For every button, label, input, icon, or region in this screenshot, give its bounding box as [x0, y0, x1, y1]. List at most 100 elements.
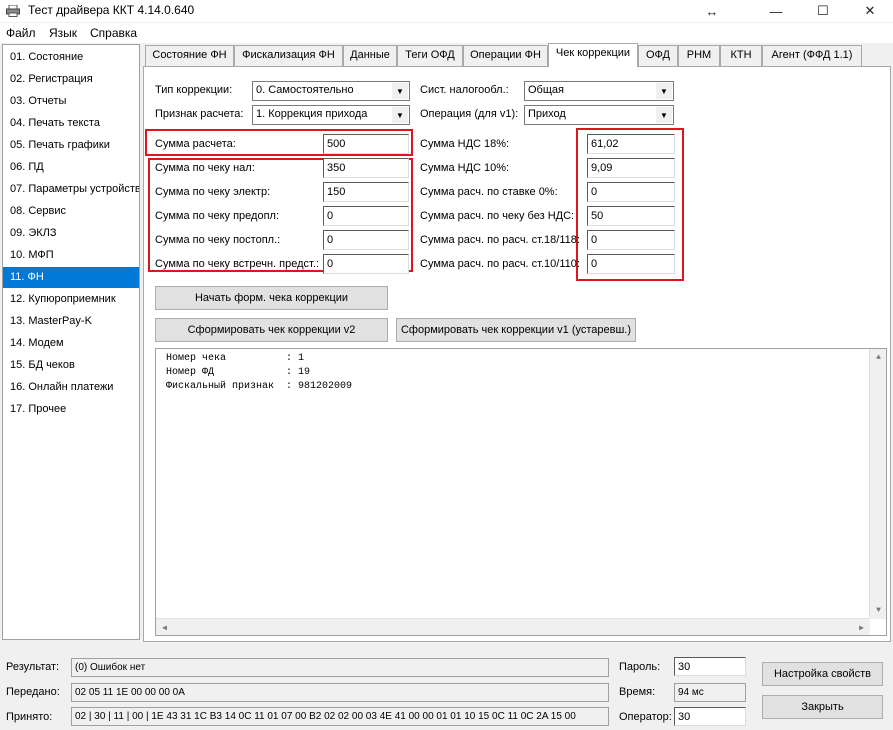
- scroll-right-icon[interactable]: ▶: [853, 619, 870, 636]
- calc-novat-input[interactable]: 50: [587, 206, 675, 226]
- sum-electronic-label: Сумма по чеку электр:: [155, 186, 271, 198]
- password-input[interactable]: 30: [674, 657, 746, 676]
- sum-calc-label: Сумма расчета:: [155, 138, 236, 150]
- tab-ktn[interactable]: КТН: [720, 45, 762, 66]
- tax-system-select[interactable]: Общая ▼: [524, 81, 674, 101]
- time-label: Время:: [619, 686, 656, 698]
- menu-bar: Файл Язык Справка: [0, 23, 893, 43]
- sidebar-item-registration[interactable]: 02. Регистрация: [3, 69, 139, 90]
- form-correction-v1-button[interactable]: Сформировать чек коррекции v1 (устаревш.…: [396, 318, 636, 342]
- log-line: Номер ФД : 19: [166, 367, 311, 378]
- sidebar-item-fn[interactable]: 11. ФН: [3, 267, 139, 288]
- sidebar-item-other[interactable]: 17. Прочее: [3, 399, 139, 420]
- sum-postpaid-label: Сумма по чеку постопл.:: [155, 234, 281, 246]
- calc-10-110-label: Сумма расч. по расч. ст.10/110:: [420, 258, 580, 270]
- log-line: Фискальный признак : 981202009: [166, 381, 353, 392]
- sum-prepaid-label: Сумма по чеку предопл:: [155, 210, 280, 222]
- close-button[interactable]: Закрыть: [762, 695, 883, 719]
- operation-select[interactable]: Приход ▼: [524, 105, 674, 125]
- sidebar-item-reports[interactable]: 03. Отчеты: [3, 91, 139, 112]
- window-title: Тест драйвера ККТ 4.14.0.640: [28, 3, 195, 17]
- tab-rnm[interactable]: РНМ: [678, 45, 720, 66]
- sidebar-item-service[interactable]: 08. Сервис: [3, 201, 139, 222]
- sum-cash-input[interactable]: 350: [323, 158, 409, 178]
- sum-postpaid-input[interactable]: 0: [323, 230, 409, 250]
- sidebar-item-pd[interactable]: 06. ПД: [3, 157, 139, 178]
- menu-file[interactable]: Файл: [6, 26, 36, 40]
- vat10-input[interactable]: 9,09: [587, 158, 675, 178]
- correction-type-value: 0. Самостоятельно: [256, 84, 354, 96]
- sum-calc-input[interactable]: 500: [323, 134, 409, 154]
- menu-language[interactable]: Язык: [49, 26, 77, 40]
- calc-10-110-input[interactable]: 0: [587, 254, 675, 274]
- move-icon[interactable]: ↔: [689, 0, 735, 22]
- vat18-input[interactable]: 61,02: [587, 134, 675, 154]
- correction-type-select[interactable]: 0. Самостоятельно ▼: [252, 81, 410, 101]
- close-window-button[interactable]: ✕: [847, 0, 893, 22]
- tab-fn-state[interactable]: Состояние ФН: [145, 45, 234, 66]
- title-bar: Тест драйвера ККТ 4.14.0.640 ↔ — ☐ ✕: [0, 0, 893, 22]
- maximize-button[interactable]: ☐: [800, 0, 846, 22]
- dropdown-arrow-icon: ▼: [392, 107, 408, 123]
- sum-counter-label: Сумма по чеку встречн. предст.:: [155, 258, 319, 270]
- minimize-button[interactable]: —: [753, 0, 799, 22]
- tab-ofd[interactable]: ОФД: [638, 45, 678, 66]
- sum-cash-label: Сумма по чеку нал:: [155, 162, 255, 174]
- output-log[interactable]: Номер чека : 1 Номер ФД : 19 Фискальный …: [155, 348, 887, 636]
- operator-input[interactable]: 30: [674, 707, 746, 726]
- form-correction-v2-button[interactable]: Сформировать чек коррекции v2: [155, 318, 388, 342]
- sum-electronic-input[interactable]: 150: [323, 182, 409, 202]
- result-label: Результат:: [6, 661, 60, 673]
- sidebar-item-bill-acceptor[interactable]: 12. Купюроприемник: [3, 289, 139, 310]
- menu-help[interactable]: Справка: [90, 26, 137, 40]
- received-label: Принято:: [6, 711, 53, 723]
- dropdown-arrow-icon: ▼: [656, 83, 672, 99]
- calc-18-118-input[interactable]: 0: [587, 230, 675, 250]
- scroll-left-icon[interactable]: ◀: [156, 619, 173, 636]
- sum-counter-input[interactable]: 0: [323, 254, 409, 274]
- password-label: Пароль:: [619, 661, 661, 673]
- operation-value: Приход: [528, 108, 566, 120]
- operator-label: Оператор:: [619, 711, 672, 723]
- calc-novat-label: Сумма расч. по чеку без НДС:: [420, 210, 575, 222]
- sent-label: Передано:: [6, 686, 60, 698]
- sidebar-item-device-params[interactable]: 07. Параметры устройства: [3, 179, 139, 200]
- sidebar-item-receipts-db[interactable]: 15. БД чеков: [3, 355, 139, 376]
- log-line: Номер чека : 1: [166, 353, 305, 364]
- sidebar-item-print-text[interactable]: 04. Печать текста: [3, 113, 139, 134]
- settings-button[interactable]: Настройка свойств: [762, 662, 883, 686]
- sidebar-item-eklz[interactable]: 09. ЭКЛЗ: [3, 223, 139, 244]
- calc-rate0-input[interactable]: 0: [587, 182, 675, 202]
- sidebar-nav: 01. Состояние 02. Регистрация 03. Отчеты…: [2, 44, 140, 640]
- scroll-down-icon[interactable]: ▼: [870, 602, 887, 619]
- start-correction-button[interactable]: Начать форм. чека коррекции: [155, 286, 388, 310]
- vat18-label: Сумма НДС 18%:: [420, 138, 510, 150]
- calc-sign-value: 1. Коррекция прихода: [256, 108, 368, 120]
- tab-fn-fiscalization[interactable]: Фискализация ФН: [234, 45, 343, 66]
- sidebar-item-mfp[interactable]: 10. МФП: [3, 245, 139, 266]
- operation-label: Операция (для v1):: [420, 108, 519, 120]
- calc-rate0-label: Сумма расч. по ставке 0%:: [420, 186, 558, 198]
- result-field: (0) Ошибок нет: [71, 658, 609, 677]
- sidebar-item-print-graphics[interactable]: 05. Печать графики: [3, 135, 139, 156]
- calc-sign-select[interactable]: 1. Коррекция прихода ▼: [252, 105, 410, 125]
- calc-sign-label: Признак расчета:: [155, 108, 244, 120]
- sent-field: 02 05 11 1E 00 00 00 0A: [71, 683, 609, 702]
- tab-agent[interactable]: Агент (ФФД 1.1): [762, 45, 862, 66]
- tax-system-value: Общая: [528, 84, 564, 96]
- scroll-up-icon[interactable]: ▲: [870, 349, 887, 366]
- correction-type-label: Тип коррекции:: [155, 84, 233, 96]
- sidebar-item-state[interactable]: 01. Состояние: [3, 47, 139, 68]
- sidebar-item-masterpay[interactable]: 13. MasterPay-K: [3, 311, 139, 332]
- vertical-scrollbar[interactable]: ▲ ▼: [869, 349, 886, 619]
- sidebar-item-online-payments[interactable]: 16. Онлайн платежи: [3, 377, 139, 398]
- horizontal-scrollbar[interactable]: ◀ ▶: [156, 618, 870, 635]
- tab-data[interactable]: Данные: [343, 45, 397, 66]
- vat10-label: Сумма НДС 10%:: [420, 162, 510, 174]
- tab-correction-receipt[interactable]: Чек коррекции: [548, 43, 638, 67]
- tab-ofd-tags[interactable]: Теги ОФД: [397, 45, 463, 66]
- sidebar-item-modem[interactable]: 14. Модем: [3, 333, 139, 354]
- tab-fn-operations[interactable]: Операции ФН: [463, 45, 548, 66]
- calc-18-118-label: Сумма расч. по расч. ст.18/118:: [420, 234, 580, 246]
- sum-prepaid-input[interactable]: 0: [323, 206, 409, 226]
